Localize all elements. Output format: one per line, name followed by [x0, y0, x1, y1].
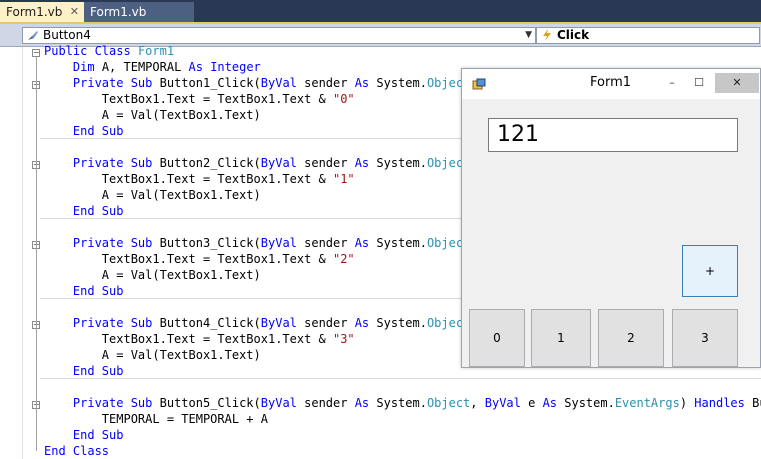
- tab-form1-vb-label: Form1.vb: [6, 5, 63, 19]
- code-line: TextBox1.Text = TextBox1.Text & "2": [44, 252, 355, 266]
- code-line: Public Class Form1: [44, 44, 175, 58]
- editor-margin: [0, 47, 23, 459]
- maximize-icon[interactable]: ☐: [687, 73, 711, 93]
- code-line: Private Sub Button3_Click(ByVal sender A…: [72, 236, 478, 250]
- code-line: Private Sub Button1_Click(ByVal sender A…: [72, 76, 478, 90]
- code-line: End Class: [44, 444, 110, 458]
- button2-one[interactable]: 1: [531, 309, 591, 367]
- event-lightning-icon: [540, 28, 554, 46]
- code-line: TextBox1.Text = TextBox1.Text & "1": [44, 172, 355, 186]
- code-line: A = Val(TextBox1.Text): [44, 348, 261, 362]
- code-line: A = Val(TextBox1.Text): [44, 188, 261, 202]
- event-combo-value: Click: [557, 28, 590, 42]
- code-line: A = Val(TextBox1.Text): [44, 108, 261, 122]
- textbox1[interactable]: 121: [488, 118, 738, 152]
- tab-form1-design[interactable]: Form1.vb [Diseño]: [84, 2, 194, 39]
- window-title: Form1: [590, 75, 632, 90]
- button5-plus[interactable]: +: [682, 245, 738, 297]
- code-line: Private Sub Button2_Click(ByVal sender A…: [72, 156, 478, 170]
- code-line: TEMPORAL = TEMPORAL + A: [44, 412, 268, 426]
- minimize-icon[interactable]: –: [660, 73, 684, 93]
- button1-zero[interactable]: 0: [469, 309, 525, 367]
- code-line: End Sub: [72, 428, 124, 442]
- form1-window[interactable]: Form1 – ☐ ✕ 121 + 0 1 2 3: [461, 68, 761, 368]
- event-combo[interactable]: Click: [536, 27, 760, 44]
- code-line: Dim A, TEMPORAL As Integer: [72, 60, 261, 74]
- button4-three[interactable]: 3: [672, 309, 738, 367]
- class-member-icon: [26, 28, 40, 46]
- code-line: TextBox1.Text = TextBox1.Text & "0": [44, 92, 355, 106]
- fold-guide: [36, 57, 37, 451]
- document-tab-bar: Form1.vb ✕ Form1.vb [Diseño]: [0, 0, 761, 39]
- form-client-area: 121 + 0 1 2 3: [468, 99, 754, 367]
- tab-form1-vb[interactable]: Form1.vb ✕: [0, 2, 84, 22]
- close-icon[interactable]: ✕: [715, 73, 759, 93]
- collapse-icon[interactable]: −: [32, 49, 40, 57]
- code-line: Private Sub Button5_Click(ByVal sender A…: [72, 396, 761, 410]
- chevron-down-icon[interactable]: ▼: [525, 28, 532, 43]
- code-line: A = Val(TextBox1.Text): [44, 268, 261, 282]
- code-line: End Sub: [72, 364, 124, 378]
- close-icon[interactable]: ✕: [70, 2, 79, 22]
- object-combo[interactable]: Button4 ▼: [22, 27, 536, 44]
- button3-two[interactable]: 2: [598, 309, 664, 367]
- method-separator: [40, 378, 761, 379]
- object-combo-value: Button4: [43, 28, 91, 42]
- code-line: End Sub: [72, 204, 124, 218]
- code-line: Private Sub Button4_Click(ByVal sender A…: [72, 316, 478, 330]
- window-titlebar[interactable]: Form1 – ☐ ✕: [462, 69, 760, 99]
- code-line: TextBox1.Text = TextBox1.Text & "3": [44, 332, 355, 346]
- code-line: End Sub: [72, 284, 124, 298]
- form-app-icon: [472, 77, 486, 91]
- code-line: End Sub: [72, 124, 124, 138]
